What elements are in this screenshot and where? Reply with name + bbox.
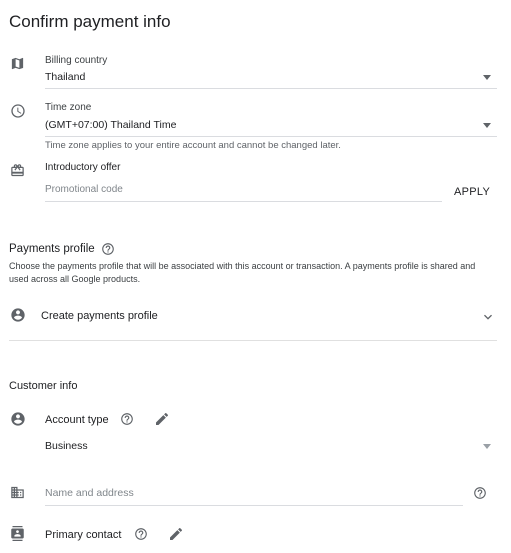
map-icon	[10, 56, 25, 71]
payments-profile-title: Payments profile	[9, 243, 95, 255]
contact-card-icon	[10, 526, 25, 541]
billing-country-label: Billing country	[45, 55, 108, 66]
person-icon	[10, 307, 26, 323]
person-icon	[10, 411, 26, 427]
pencil-icon[interactable]	[168, 526, 184, 542]
time-zone-label: Time zone	[45, 102, 92, 113]
apply-button[interactable]: APPLY	[454, 186, 490, 198]
payments-profile-description: Choose the payments profile that will be…	[9, 261, 476, 284]
dropdown-caret-icon	[483, 444, 491, 449]
name-and-address-underline	[45, 505, 463, 506]
time-zone-underline	[45, 136, 497, 137]
gift-icon	[10, 163, 25, 178]
help-icon[interactable]	[473, 486, 487, 500]
customer-info-title: Customer info	[9, 380, 78, 392]
introductory-offer-label: Introductory offer	[45, 162, 121, 173]
billing-country-underline	[45, 88, 497, 89]
chevron-down-icon	[480, 309, 496, 325]
section-divider	[9, 340, 497, 341]
time-zone-hint: Time zone applies to your entire account…	[45, 140, 341, 151]
pencil-icon[interactable]	[154, 411, 170, 427]
promotional-code-placeholder: Promotional code	[45, 184, 123, 195]
help-icon[interactable]	[134, 527, 148, 541]
clock-icon	[10, 103, 26, 119]
promotional-code-input[interactable]: Promotional code	[45, 180, 442, 202]
help-icon[interactable]	[101, 242, 115, 256]
dropdown-caret-icon	[483, 75, 491, 80]
building-icon	[10, 485, 25, 500]
page-title: Confirm payment info	[9, 12, 171, 31]
create-payments-profile-row[interactable]: Create payments profile	[9, 304, 497, 330]
name-and-address-input[interactable]: Name and address	[45, 482, 463, 506]
billing-country-value: Thailand	[45, 71, 86, 83]
account-type-value: Business	[45, 440, 88, 452]
time-zone-value: (GMT+07:00) Thailand Time	[45, 119, 177, 131]
dropdown-caret-icon	[483, 123, 491, 128]
name-and-address-placeholder: Name and address	[45, 487, 134, 499]
promotional-code-underline	[45, 201, 442, 202]
account-type-select[interactable]: Business	[45, 436, 497, 456]
create-payments-profile-label: Create payments profile	[41, 310, 158, 322]
account-type-label: Account type	[45, 414, 109, 426]
help-icon[interactable]	[120, 412, 134, 426]
time-zone-select[interactable]: (GMT+07:00) Thailand Time	[45, 114, 497, 137]
billing-country-select[interactable]: Thailand	[45, 66, 497, 89]
primary-contact-label: Primary contact	[45, 529, 122, 541]
